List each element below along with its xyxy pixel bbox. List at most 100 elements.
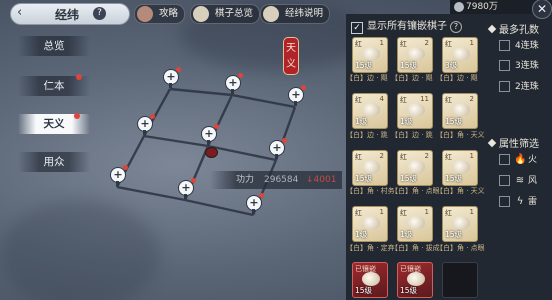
board-slot[interactable]: + bbox=[246, 193, 264, 214]
piece-level: 15级 bbox=[355, 61, 373, 70]
piece-level: 1级 bbox=[400, 230, 413, 239]
go-stone-icon bbox=[407, 47, 425, 61]
slot-pin bbox=[116, 181, 119, 186]
board-slot[interactable]: + bbox=[137, 114, 155, 135]
checkbox[interactable] bbox=[499, 60, 510, 71]
slot-alert-dot bbox=[282, 138, 287, 143]
piece-kind: 红 bbox=[355, 96, 362, 104]
fire-icon: 🔥 bbox=[514, 154, 527, 165]
piece-count: 4 bbox=[379, 95, 384, 103]
diamond-bullet-icon bbox=[487, 138, 497, 148]
slot-alert-dot bbox=[176, 67, 181, 72]
board-slot[interactable]: + bbox=[201, 124, 219, 145]
board-slot[interactable]: + bbox=[269, 138, 287, 159]
board-line bbox=[184, 198, 254, 217]
board-slot[interactable]: + bbox=[225, 73, 243, 94]
piece-kind: 红 bbox=[400, 40, 407, 48]
show-all-label: 显示所有镶嵌棋子 bbox=[367, 21, 447, 32]
piece-level: 15级 bbox=[445, 230, 463, 239]
piece-card[interactable]: 红 15级 1 bbox=[442, 206, 478, 242]
piece-count: 1 bbox=[469, 152, 474, 160]
wind-icon: ≋ bbox=[515, 175, 525, 186]
slot-pin bbox=[143, 130, 146, 135]
power-label: 功力 bbox=[236, 175, 255, 185]
help-icon[interactable]: ? bbox=[450, 21, 462, 33]
piece-card[interactable]: 已镶嵌 15级 bbox=[352, 262, 388, 298]
piece-count: 2 bbox=[379, 152, 384, 160]
go-stone-icon bbox=[407, 103, 425, 117]
board-slot[interactable]: + bbox=[288, 85, 306, 106]
board-line bbox=[143, 134, 209, 148]
piece-card[interactable]: 红 15级 2 bbox=[397, 37, 433, 73]
go-stone-icon bbox=[407, 216, 425, 230]
piece-level: 15级 bbox=[400, 286, 418, 295]
piece-level: 15级 bbox=[445, 117, 463, 126]
piece-level: 15级 bbox=[445, 174, 463, 183]
piece-level: 15级 bbox=[400, 174, 418, 183]
checkbox[interactable] bbox=[499, 175, 510, 186]
attr-filter-title: 属性筛选 bbox=[487, 135, 539, 150]
piece-card[interactable]: 红 1级 11 bbox=[397, 93, 433, 129]
go-stone-icon bbox=[362, 272, 380, 286]
piece-level: 3级 bbox=[445, 61, 458, 70]
go-stone-icon bbox=[407, 272, 425, 286]
filter-label: 火 bbox=[528, 155, 538, 165]
empty-piece-slot[interactable] bbox=[442, 262, 478, 298]
holes-filter-title: 最多孔数 bbox=[487, 21, 539, 36]
piece-card[interactable]: 已镶嵌 15级 bbox=[397, 262, 433, 298]
attr-filter-title-text: 属性筛选 bbox=[499, 139, 539, 150]
show-all-checkbox[interactable]: ✓ bbox=[351, 22, 363, 34]
piece-caption: 【白】角 · 天义 bbox=[436, 187, 485, 195]
checkbox[interactable] bbox=[499, 40, 510, 51]
piece-card[interactable]: 红 15级 2 bbox=[397, 150, 433, 186]
piece-card[interactable]: 红 1级 1 bbox=[352, 206, 388, 242]
slot-alert-dot bbox=[191, 178, 196, 183]
piece-card[interactable]: 红 15级 1 bbox=[352, 37, 388, 73]
filter-label: 4连珠 bbox=[515, 41, 539, 51]
piece-kind: 红 bbox=[400, 153, 407, 161]
go-stone-icon bbox=[452, 103, 470, 117]
piece-count: 1 bbox=[469, 208, 474, 216]
checkbox[interactable] bbox=[499, 81, 510, 92]
piece-level: 15级 bbox=[355, 174, 373, 183]
silver-coin-icon bbox=[454, 2, 464, 12]
piece-card[interactable]: 红 1级 4 bbox=[352, 93, 388, 129]
close-button[interactable]: ✕ bbox=[532, 0, 552, 19]
piece-kind: 红 bbox=[445, 40, 452, 48]
checkbox[interactable] bbox=[499, 196, 510, 207]
filter-label: 风 bbox=[528, 176, 538, 186]
piece-card[interactable]: 红 15级 1 bbox=[442, 150, 478, 186]
piece-count: 1 bbox=[469, 39, 474, 47]
piece-count: 2 bbox=[469, 95, 474, 103]
piece-card[interactable]: 红 1级 1 bbox=[397, 206, 433, 242]
game-screen: ‹ 经纬 ? 攻略 棋子总览 经纬说明 总览 仁本 天义 用众 + + + + … bbox=[0, 0, 552, 300]
piece-card[interactable]: 红 15级 2 bbox=[442, 93, 478, 129]
show-all-toggle[interactable]: ✓ 显示所有镶嵌棋子? bbox=[351, 17, 462, 34]
go-stone-icon bbox=[362, 103, 380, 117]
slot-alert-dot bbox=[214, 124, 219, 129]
go-stone-icon bbox=[407, 160, 425, 174]
go-stone-icon bbox=[362, 160, 380, 174]
piece-kind: 红 bbox=[445, 153, 452, 161]
piece-level: 15级 bbox=[355, 286, 373, 295]
slot-pin bbox=[294, 101, 297, 106]
power-readout: 功力 296584 ↓4001 bbox=[210, 171, 342, 189]
checkbox[interactable] bbox=[499, 154, 510, 165]
piece-card[interactable]: 红 15级 2 bbox=[352, 150, 388, 186]
board-slot[interactable]: + bbox=[110, 165, 128, 186]
filter-label: 2连珠 bbox=[515, 82, 539, 92]
slot-alert-dot bbox=[238, 73, 243, 78]
piece-count: 2 bbox=[424, 39, 429, 47]
piece-level: 15级 bbox=[400, 61, 418, 70]
piece-kind: 红 bbox=[355, 40, 362, 48]
board-slot[interactable]: + bbox=[163, 67, 181, 88]
board-slot[interactable]: + bbox=[178, 178, 196, 199]
slot-alert-dot bbox=[301, 85, 306, 90]
go-stone-icon bbox=[362, 47, 380, 61]
piece-card[interactable]: 红 3级 1 bbox=[442, 37, 478, 73]
center-gem-icon bbox=[205, 147, 218, 158]
piece-count: 11 bbox=[420, 95, 429, 103]
board-line bbox=[231, 93, 296, 109]
region-seal: 天义 bbox=[283, 37, 299, 75]
piece-count: 1 bbox=[379, 208, 384, 216]
